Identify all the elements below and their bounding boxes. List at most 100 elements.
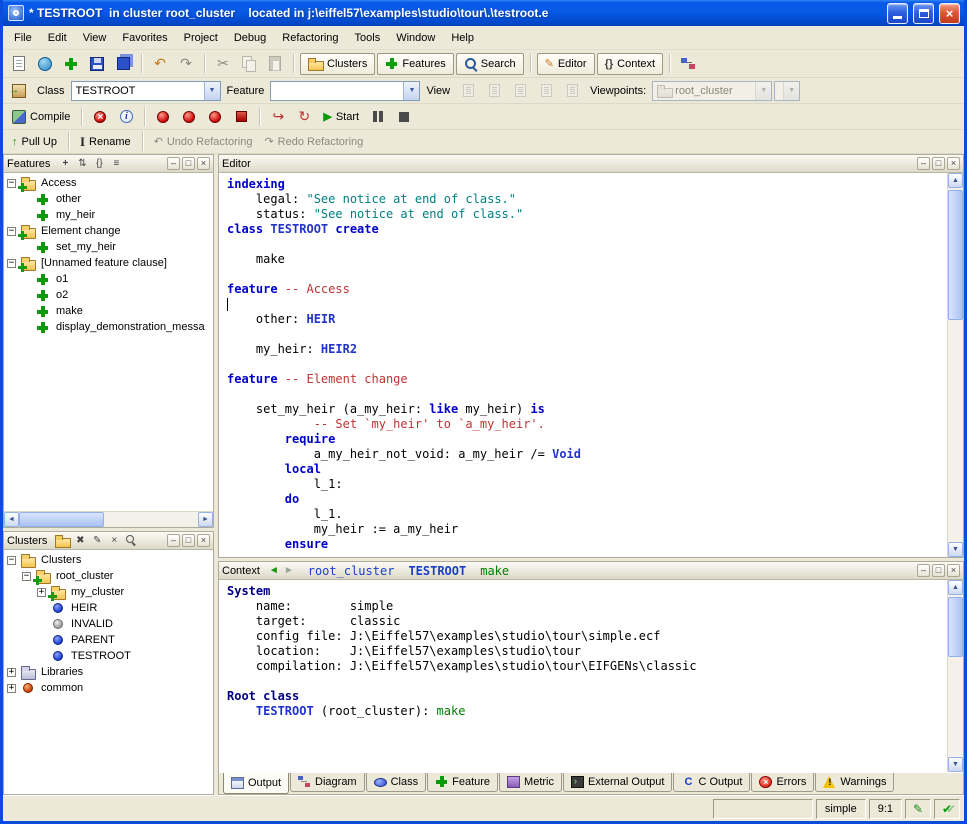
scrollbar-track[interactable] [19, 512, 198, 527]
pull-up-button[interactable]: ↑Pull Up [7, 131, 62, 153]
panel-minimize-icon[interactable]: – [167, 534, 180, 547]
search-clusters-icon[interactable] [124, 534, 138, 548]
view-contract-icon[interactable] [534, 79, 558, 102]
features-horizontal-scrollbar[interactable]: ◄ ► [4, 511, 213, 527]
viewpoints-combobox[interactable]: root_cluster ▼ [652, 81, 772, 101]
scrollbar-thumb[interactable] [19, 512, 104, 527]
start-button[interactable]: ▶Start [318, 106, 364, 128]
scroll-up-button[interactable]: ▲ [948, 580, 963, 595]
tree-item-make[interactable]: make [4, 303, 213, 319]
tree-item-o2[interactable]: o2 [4, 287, 213, 303]
tab-warnings[interactable]: Warnings [815, 773, 894, 792]
scrollbar-track[interactable] [948, 188, 963, 542]
minimize-button[interactable] [887, 3, 908, 24]
scroll-down-button[interactable]: ▼ [948, 757, 963, 772]
scroll-left-button[interactable]: ◄ [4, 512, 19, 527]
panel-minimize-icon[interactable]: – [167, 157, 180, 170]
add-class-icon[interactable] [59, 52, 83, 75]
step-into-icon[interactable]: ↪ [266, 105, 290, 128]
list-view-icon[interactable]: ≡ [109, 157, 123, 171]
panel-minimize-icon[interactable]: – [917, 564, 930, 577]
features-tree[interactable]: −Accessothermy_heir−Element changeset_my… [4, 173, 213, 511]
menu-tools[interactable]: Tools [347, 29, 389, 47]
redo-refactoring-button[interactable]: ↷Redo Refactoring [259, 131, 368, 153]
expand-toggle-icon[interactable]: + [7, 684, 16, 693]
title-bar[interactable]: * TESTROOT in cluster root_cluster locat… [3, 0, 964, 26]
copy-icon[interactable] [237, 52, 261, 75]
expand-toggle-icon[interactable]: − [7, 179, 16, 188]
tree-item-clusters[interactable]: −Clusters [4, 552, 213, 568]
delete-cluster-icon[interactable]: ✖ [73, 534, 87, 548]
tab-class[interactable]: Class [366, 773, 427, 792]
panel-maximize-icon[interactable]: □ [182, 534, 195, 547]
clusters-tree[interactable]: −Clusters−root_cluster+my_clusterHEIRINV… [4, 550, 213, 794]
external-editor-icon[interactable] [7, 79, 31, 102]
view-interface-icon[interactable] [560, 79, 584, 102]
tree-item-set-my-heir[interactable]: set_my_heir [4, 239, 213, 255]
expand-toggle-icon[interactable]: − [7, 556, 16, 565]
tree-item-libraries[interactable]: +Libraries [4, 664, 213, 680]
remove-icon[interactable]: × [107, 534, 121, 548]
panel-close-icon[interactable]: × [947, 564, 960, 577]
scroll-up-button[interactable]: ▲ [948, 173, 963, 188]
context-button[interactable]: {}Context [597, 53, 663, 75]
undo-refactoring-button[interactable]: ↶Undo Refactoring [149, 131, 258, 153]
rename-button[interactable]: IRename [75, 131, 136, 153]
tree-item-heir[interactable]: HEIR [4, 600, 213, 616]
menu-project[interactable]: Project [176, 29, 226, 47]
chevron-down-icon[interactable]: ▼ [783, 82, 799, 100]
tree-item-common[interactable]: +common [4, 680, 213, 696]
menu-window[interactable]: Window [388, 29, 443, 47]
new-document-icon[interactable] [7, 52, 31, 75]
feature-combobox[interactable]: ▼ [270, 81, 420, 101]
tab-c-output[interactable]: C Output [673, 773, 750, 792]
menu-file[interactable]: File [6, 29, 40, 47]
tab-feature[interactable]: Feature [427, 773, 498, 792]
panel-minimize-icon[interactable]: – [917, 157, 930, 170]
remove-breakpoints-icon[interactable] [88, 105, 112, 128]
panel-close-icon[interactable]: × [947, 157, 960, 170]
tab-metric[interactable]: Metric [499, 773, 562, 792]
tab-diagram[interactable]: Diagram [290, 773, 365, 792]
search-button[interactable]: Search [456, 53, 524, 75]
cut-icon[interactable]: ✂ [211, 52, 235, 75]
tree-item-display-demonstration-messa[interactable]: display_demonstration_messa [4, 319, 213, 335]
save-icon[interactable] [85, 52, 109, 75]
expand-toggle-icon[interactable]: − [7, 227, 16, 236]
tree-item-testroot[interactable]: TESTROOT [4, 648, 213, 664]
stop-icon[interactable] [392, 105, 416, 128]
open-icon[interactable] [33, 52, 57, 75]
close-button[interactable]: × [939, 3, 960, 24]
add-cluster-icon[interactable] [55, 534, 70, 548]
tab-external-output[interactable]: External Output [563, 773, 672, 792]
step-over-icon[interactable]: ↻ [292, 105, 316, 128]
undo-icon[interactable]: ↶ [148, 52, 172, 75]
paste-icon[interactable] [263, 52, 287, 75]
expand-toggle-icon[interactable]: + [7, 668, 16, 677]
tree-item-other[interactable]: other [4, 191, 213, 207]
debug-run-stop-icon[interactable] [203, 105, 227, 128]
debug-stop-icon[interactable] [229, 105, 253, 128]
save-all-icon[interactable] [111, 52, 135, 75]
debug-run-ignore-icon[interactable] [177, 105, 201, 128]
view-clickable-icon[interactable] [482, 79, 506, 102]
restore-button[interactable] [913, 3, 934, 24]
new-feature-icon[interactable]: + [58, 157, 72, 171]
compile-button[interactable]: Compile [7, 106, 75, 128]
menu-view[interactable]: View [75, 29, 115, 47]
chevron-down-icon[interactable]: ▼ [204, 82, 220, 100]
tree-item-element-change[interactable]: −Element change [4, 223, 213, 239]
view-flat-icon[interactable] [508, 79, 532, 102]
scroll-right-button[interactable]: ► [198, 512, 213, 527]
panel-close-icon[interactable]: × [197, 157, 210, 170]
clusters-button[interactable]: Clusters [300, 53, 375, 75]
tree-item--unnamed-feature-clause-[interactable]: −[Unnamed feature clause] [4, 255, 213, 271]
tree-item-my-heir[interactable]: my_heir [4, 207, 213, 223]
editor-code[interactable]: indexing legal: "See notice at end of cl… [219, 173, 947, 557]
scrollbar-track[interactable] [948, 595, 963, 757]
menu-edit[interactable]: Edit [40, 29, 75, 47]
pause-icon[interactable] [366, 105, 390, 128]
scroll-down-button[interactable]: ▼ [948, 542, 963, 557]
diagram-tool-icon[interactable] [676, 52, 700, 75]
panel-close-icon[interactable]: × [197, 534, 210, 547]
